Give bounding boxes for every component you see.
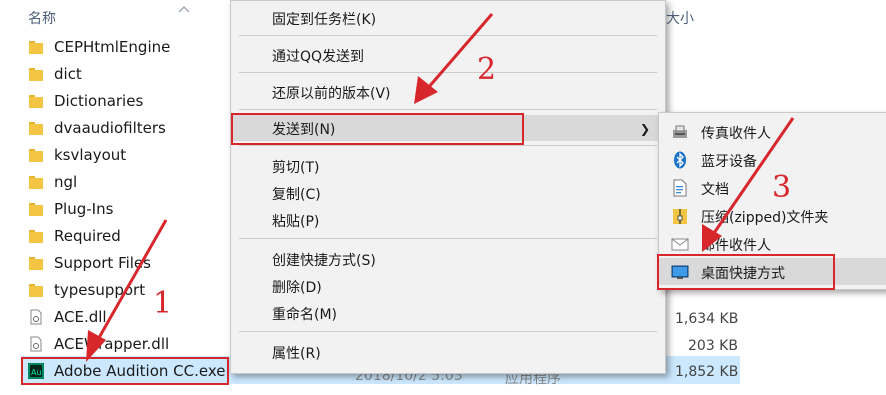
menu-divider xyxy=(239,238,657,239)
file-name: ACEWrapper.dll xyxy=(54,335,170,353)
file-name: Required xyxy=(54,227,121,245)
menu-item-properties[interactable]: 属性(R) xyxy=(231,339,665,365)
folder-icon xyxy=(29,230,43,243)
step1-highlight-box xyxy=(21,357,229,385)
sort-chevron-icon xyxy=(178,6,190,13)
file-name: dvaaudiofilters xyxy=(54,119,166,137)
menu-divider xyxy=(239,331,657,332)
dll-file-icon xyxy=(30,336,42,352)
file-name: dict xyxy=(54,65,82,83)
submenu-item-bluetooth[interactable]: 蓝牙设备 xyxy=(659,146,886,173)
submenu-item-fax[interactable]: 传真收件人 xyxy=(659,118,886,145)
step-number-1: 1 xyxy=(153,286,173,321)
menu-divider xyxy=(239,109,657,110)
chevron-right-icon: ❯ xyxy=(639,122,650,136)
menu-item-create-shortcut[interactable]: 创建快捷方式(S) xyxy=(231,246,665,272)
file-name: ksvlayout xyxy=(54,146,127,164)
folder-icon xyxy=(29,176,43,189)
file-name: Plug-Ins xyxy=(54,200,114,218)
file-name: typesupport xyxy=(54,281,146,299)
submenu-item-zip[interactable]: 压缩(zipped)文件夹 xyxy=(659,202,886,229)
folder-icon xyxy=(29,257,43,270)
folder-icon xyxy=(29,95,43,108)
file-name: ACE.dll xyxy=(54,308,107,326)
file-size: 203 KB xyxy=(688,338,738,354)
menu-item-paste[interactable]: 粘贴(P) xyxy=(231,207,665,233)
menu-item-copy[interactable]: 复制(C) xyxy=(231,180,665,206)
menu-divider xyxy=(239,35,657,36)
fax-icon xyxy=(673,125,687,138)
menu-item-rename[interactable]: 重命名(M) xyxy=(231,300,665,326)
dll-file-icon xyxy=(30,309,42,325)
zip-folder-icon xyxy=(673,209,687,224)
step-number-3: 3 xyxy=(772,170,792,205)
menu-item-delete[interactable]: 删除(D) xyxy=(231,273,665,299)
file-size: 1,852 KB xyxy=(675,364,739,380)
file-name: CEPHtmlEngine xyxy=(54,38,171,56)
menu-divider xyxy=(239,72,657,73)
folder-icon xyxy=(29,122,43,135)
mail-icon xyxy=(671,238,689,251)
menu-item-pin-taskbar[interactable]: 固定到任务栏(K) xyxy=(231,5,665,31)
bluetooth-icon xyxy=(674,151,686,169)
file-name: Dictionaries xyxy=(54,92,144,110)
size-column-header[interactable]: 大小 xyxy=(666,8,694,28)
folder-icon xyxy=(29,68,43,81)
document-icon xyxy=(673,179,687,197)
menu-item-restore-versions[interactable]: 还原以前的版本(V) xyxy=(231,79,665,105)
menu-divider xyxy=(239,145,657,146)
step2-highlight-box xyxy=(231,113,524,145)
file-size: 1,634 KB xyxy=(675,311,739,327)
file-name: ngl xyxy=(54,173,78,191)
menu-item-cut[interactable]: 剪切(T) xyxy=(231,153,665,179)
folder-icon xyxy=(29,41,43,54)
folder-icon xyxy=(29,149,43,162)
file-name: Support Files xyxy=(54,254,151,272)
context-menu: 固定到任务栏(K) 通过QQ发送到 还原以前的版本(V) 发送到(N) ❯ 剪切… xyxy=(230,0,666,374)
name-column-header[interactable]: 名称 xyxy=(28,8,56,28)
step-number-2: 2 xyxy=(477,52,497,87)
submenu-item-mail[interactable]: 邮件收件人 xyxy=(659,230,886,257)
folder-icon xyxy=(29,284,43,297)
step3-highlight-box xyxy=(657,254,835,290)
menu-item-send-qq[interactable]: 通过QQ发送到 xyxy=(231,42,665,68)
folder-icon xyxy=(29,203,43,216)
